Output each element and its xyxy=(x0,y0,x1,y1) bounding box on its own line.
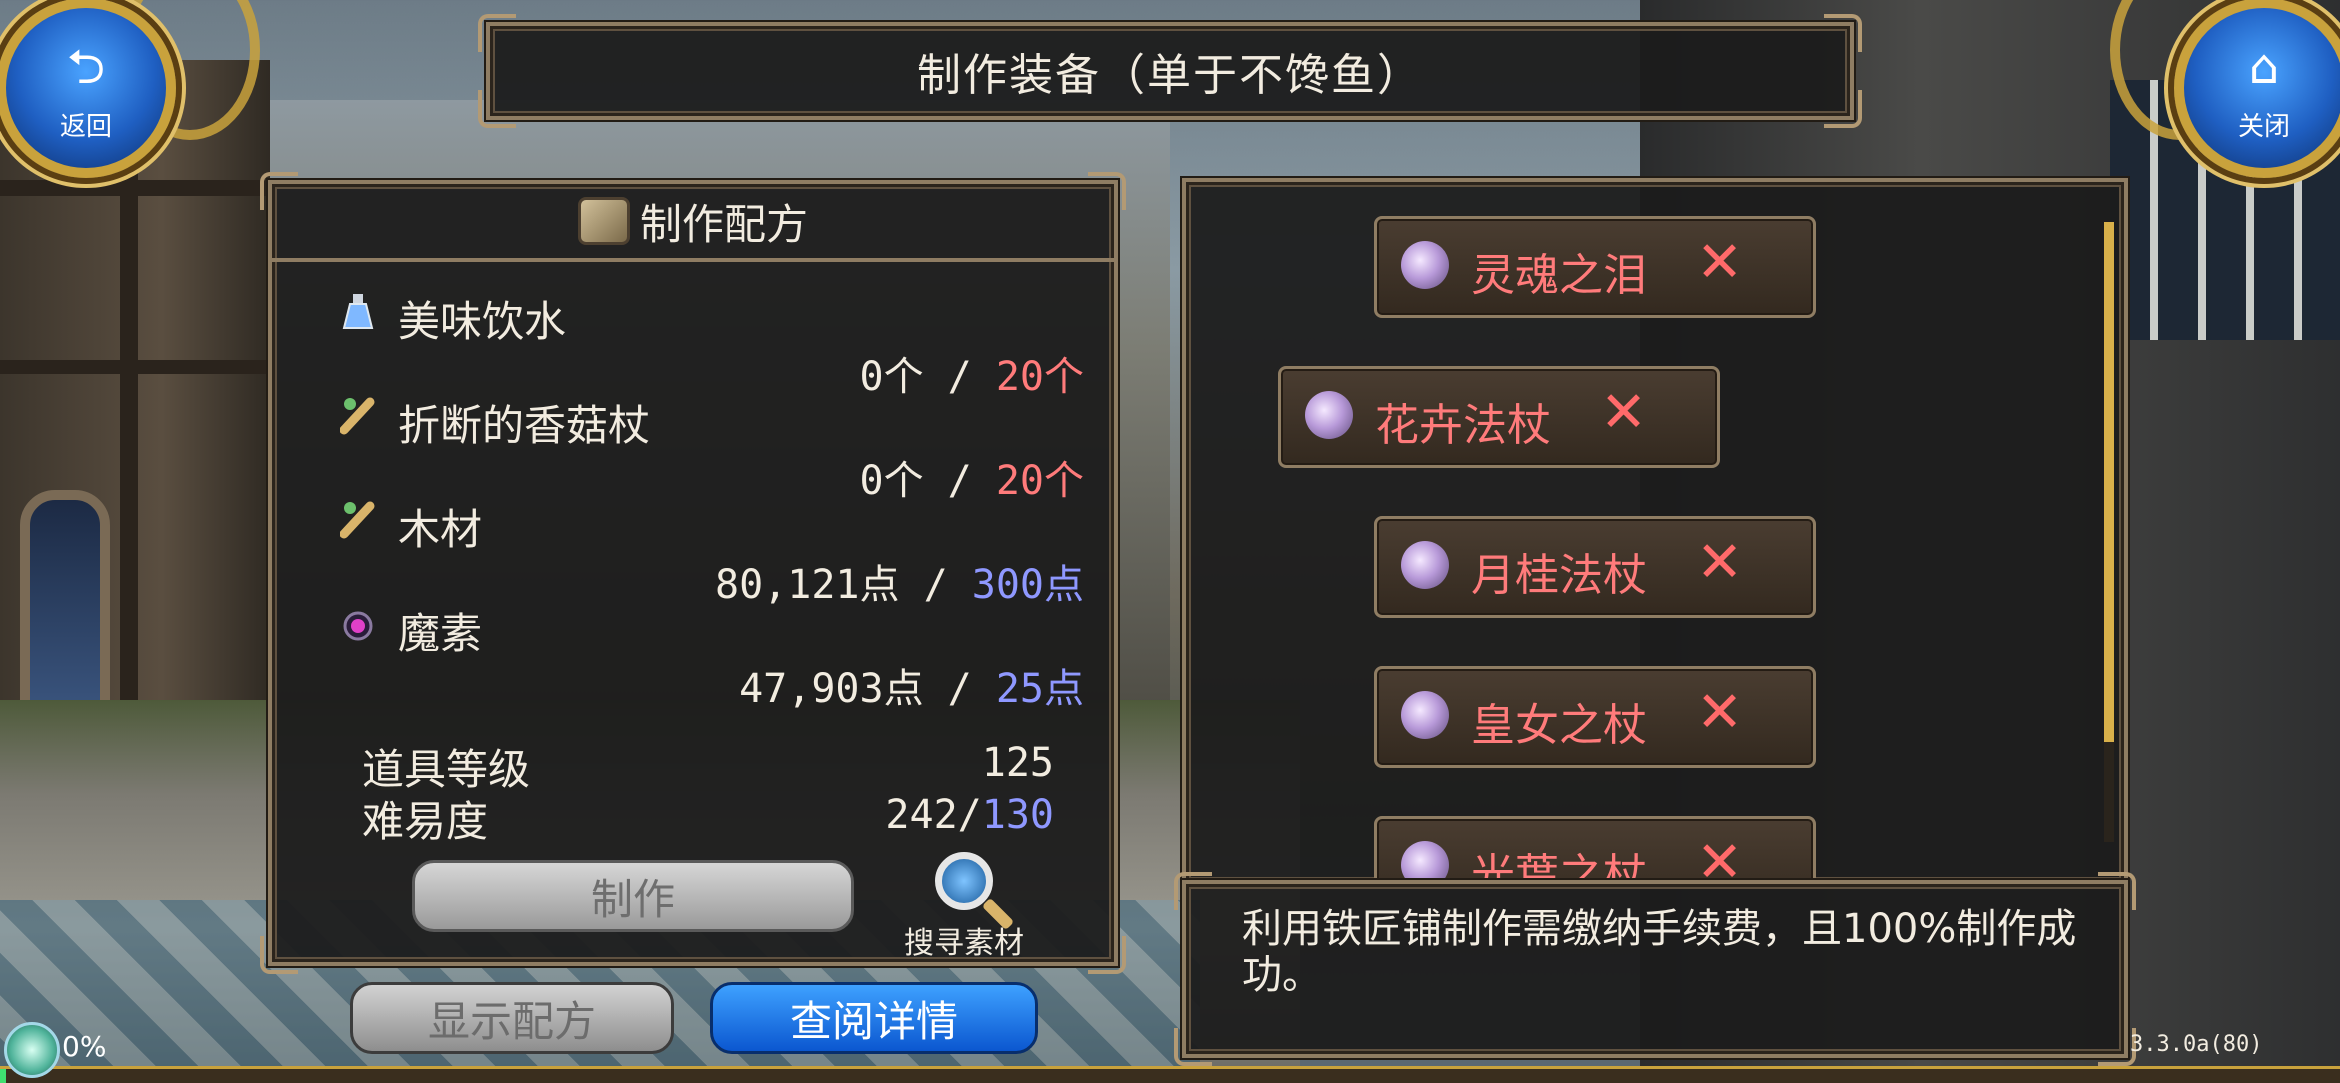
close-label: 关闭 xyxy=(2237,112,2290,142)
wood-scroll-icon xyxy=(339,500,376,540)
mana-orb-icon xyxy=(340,604,376,644)
close-icon[interactable]: ✕ xyxy=(1696,833,1743,883)
item-name: 光葉之杖 xyxy=(1471,850,1647,886)
staff-icon xyxy=(1401,691,1449,739)
list-scrollbar[interactable] xyxy=(2104,222,2114,842)
wood-scroll-icon xyxy=(339,396,376,436)
material-quantity: 0个 / 20个 xyxy=(859,354,1084,400)
staff-icon xyxy=(1401,541,1449,589)
item-name: 花卉法杖 xyxy=(1375,400,1551,451)
window-title: 制作装备（单于不馋鱼） xyxy=(917,50,1423,101)
magnifier-icon xyxy=(935,852,993,910)
show-recipe-button[interactable]: 显示配方 xyxy=(350,982,674,1054)
back-button[interactable]: ⮌ 返回 xyxy=(0,0,176,178)
experience-bar-fill xyxy=(0,1069,6,1083)
material-name: 魔素 xyxy=(398,609,483,658)
list-item[interactable]: 光葉之杖 ✕ xyxy=(1374,816,1816,886)
close-icon[interactable]: ✕ xyxy=(1696,683,1743,743)
close-icon[interactable]: ✕ xyxy=(1696,533,1743,593)
staff-icon xyxy=(1401,241,1449,289)
back-label: 返回 xyxy=(59,112,112,142)
material-name: 折断的香菇杖 xyxy=(398,401,651,450)
search-materials-label: 搜寻素材 xyxy=(904,926,1024,961)
close-icon[interactable]: ✕ xyxy=(1696,233,1743,293)
recipe-panel: 制作配方 美味饮水 0个 / 20个 折断的香菇杖 0个 / 20个 木材 80… xyxy=(260,172,1126,974)
material-quantity: 80,121点 / 300点 xyxy=(715,562,1084,608)
progress-percent: 0% xyxy=(62,1030,107,1063)
item-name: 皇女之杖 xyxy=(1471,700,1647,751)
view-details-button[interactable]: 查阅详情 xyxy=(710,982,1038,1054)
material-quantity: 0个 / 20个 xyxy=(859,458,1084,504)
recipe-header: 制作配方 xyxy=(272,184,1114,262)
craft-button[interactable]: 制作 xyxy=(412,860,854,932)
equipment-list-panel[interactable]: 灵魂之泪 ✕ 花卉法杖 ✕ 月桂法杖 ✕ 皇女之杖 ✕ 光葉之杖 ✕ xyxy=(1182,178,2128,886)
list-item[interactable]: 皇女之杖 ✕ xyxy=(1374,666,1816,768)
item-level-value: 125 xyxy=(981,740,1054,786)
item-name: 灵魂之泪 xyxy=(1471,250,1647,301)
version-label: 3.3.0a(80) xyxy=(2130,1032,2263,1057)
info-text: 利用铁匠铺制作需缴纳手续费，且100%制作成功。 xyxy=(1242,906,2077,998)
material-name: 木材 xyxy=(398,505,483,554)
experience-bar xyxy=(0,1066,2340,1083)
difficulty-value: 242/130 xyxy=(885,792,1054,838)
list-item[interactable]: 花卉法杖 ✕ xyxy=(1278,366,1720,468)
list-item[interactable]: 灵魂之泪 ✕ xyxy=(1374,216,1816,318)
staff-icon xyxy=(1305,391,1353,439)
status-orb-icon[interactable] xyxy=(4,1022,60,1078)
home-icon: ⌂ xyxy=(2248,39,2280,95)
recipe-title: 制作配方 xyxy=(639,199,808,249)
search-materials-button[interactable]: 搜寻素材 xyxy=(894,852,1034,962)
potion-icon xyxy=(340,292,376,332)
chest-icon xyxy=(577,197,630,245)
item-name: 月桂法杖 xyxy=(1471,550,1647,601)
material-quantity: 47,903点 / 25点 xyxy=(739,666,1084,712)
scrollbar-thumb[interactable] xyxy=(2104,222,2114,742)
return-arrow-icon: ⮌ xyxy=(66,39,106,95)
list-item[interactable]: 月桂法杖 ✕ xyxy=(1374,516,1816,618)
title-bar: 制作装备（单于不馋鱼） xyxy=(478,14,1862,128)
difficulty-label: 难易度 xyxy=(362,797,489,846)
material-name: 美味饮水 xyxy=(398,297,567,346)
close-icon[interactable]: ✕ xyxy=(1600,383,1647,443)
info-box: 利用铁匠铺制作需缴纳手续费，且100%制作成功。 xyxy=(1174,872,2136,1066)
